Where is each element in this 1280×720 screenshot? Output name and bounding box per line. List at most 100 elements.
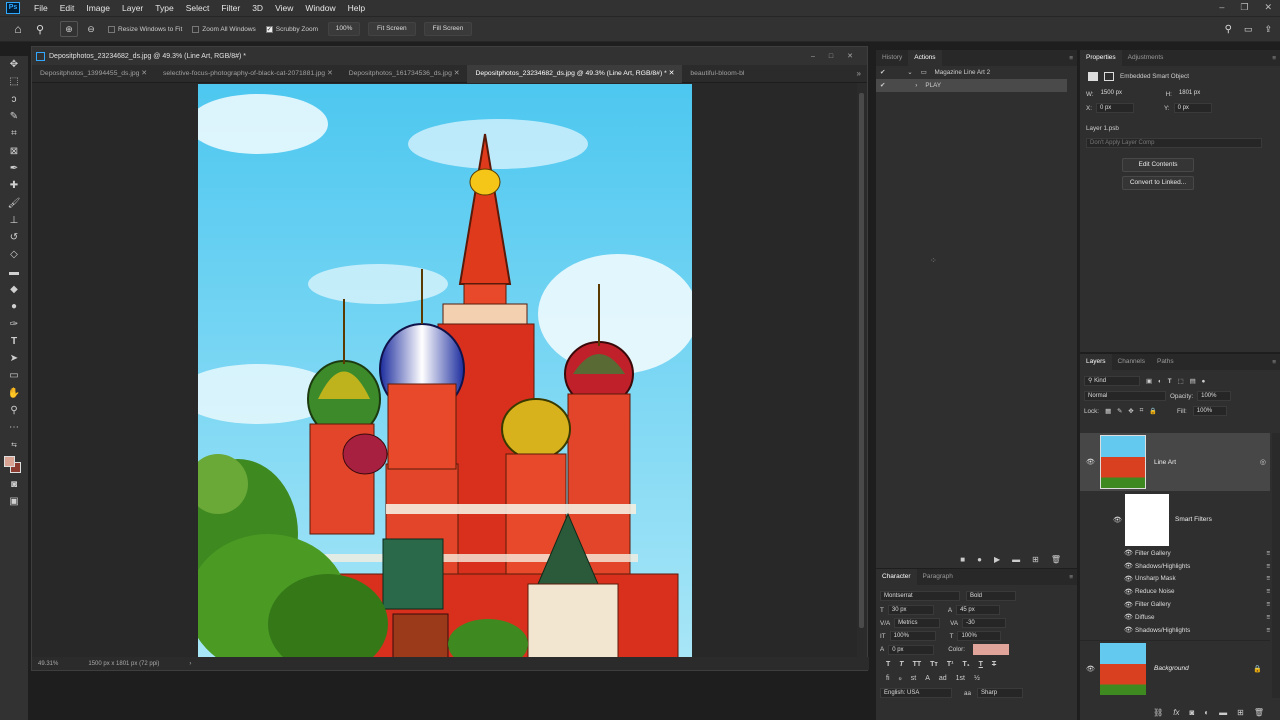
baseline-shift-field[interactable]: 0 px (888, 644, 935, 655)
doc-tab[interactable]: selective-focus-photography-of-black-cat… (155, 65, 341, 83)
language-select[interactable]: English: USA (880, 688, 952, 698)
vertical-scrollbar[interactable] (857, 83, 867, 659)
new-set-icon[interactable]: ▬ (1012, 555, 1020, 564)
tracking-field[interactable]: -30 (962, 618, 1007, 628)
lock-position-icon[interactable]: ✥ (1128, 408, 1133, 415)
lock-transparent-icon[interactable]: ▦ (1105, 408, 1111, 415)
visibility-eye-icon[interactable]: 👁 (1124, 613, 1133, 621)
blending-options-icon[interactable]: ≡ (1266, 627, 1270, 634)
doc-tab[interactable]: Depositphotos_13994455_ds.jpg ✕ (32, 65, 155, 83)
canvas-image[interactable] (198, 84, 692, 659)
tabs-overflow-icon[interactable]: » (857, 69, 861, 78)
horizontal-scale-field[interactable]: 100% (957, 631, 1002, 641)
rectangle-tool-icon[interactable]: ▭ (0, 367, 28, 384)
swash-icon[interactable]: ℴ (899, 674, 902, 682)
zoom-tool-icon-side[interactable]: ⚲ (0, 402, 28, 419)
doc-tab-active[interactable]: Depositphotos_23234682_ds.jpg @ 49.3% (L… (467, 64, 683, 83)
zoom-percent-field[interactable]: 100% (328, 22, 361, 36)
trash-icon[interactable]: 🗑 (1254, 708, 1264, 717)
subscript-icon[interactable]: T₁ (962, 661, 969, 668)
hand-tool-icon[interactable]: ✋ (0, 385, 28, 402)
tab-properties[interactable]: Properties (1080, 50, 1122, 66)
layer-row-smart-filters[interactable]: 👁 Smart Filters (1080, 492, 1270, 547)
faux-italic-icon[interactable]: T (899, 661, 903, 668)
move-tool-icon[interactable]: ✥ (0, 56, 28, 73)
frame-tool-icon[interactable]: ⊠ (0, 142, 28, 159)
action-row[interactable]: ✔ › PLAY (876, 79, 1067, 92)
zoom-in-icon[interactable]: ⊕ (60, 21, 78, 37)
layers-scrollbar[interactable] (1272, 433, 1280, 698)
quick-mask-icon[interactable]: ◙ (0, 476, 28, 493)
panel-menu-icon[interactable]: ≡ (1069, 574, 1073, 581)
swap-colors-icon[interactable]: ⇆ (0, 437, 28, 454)
history-brush-icon[interactable]: ↺ (0, 229, 28, 246)
blending-options-icon[interactable]: ≡ (1266, 601, 1270, 608)
kerning-field[interactable]: Metrics (894, 618, 941, 628)
faux-bold-icon[interactable]: T (886, 661, 890, 668)
y-field[interactable]: 0 px (1173, 103, 1212, 113)
doc-tab[interactable]: Depositphotos_161734536_ds.jpg ✕ (341, 65, 468, 83)
screen-mode-icon[interactable]: ▣ (0, 493, 28, 510)
visibility-eye-icon[interactable]: 👁 (1124, 601, 1133, 609)
zoom-level[interactable]: 49.31% (38, 661, 58, 667)
layer-row-background[interactable]: 👁 Background 🔒 (1080, 640, 1270, 696)
color-swatches[interactable] (0, 454, 28, 476)
close-icon[interactable]: ✕ (1264, 2, 1272, 13)
doc-maximize-icon[interactable]: □ (829, 53, 833, 60)
tab-character[interactable]: Character (876, 569, 917, 585)
type-filter-icon[interactable]: T (1168, 378, 1172, 385)
new-action-icon[interactable]: ⊞ (1032, 555, 1039, 564)
tab-close-icon[interactable]: ✕ (669, 70, 675, 77)
visibility-eye-icon[interactable]: 👁 (1124, 562, 1133, 570)
lock-all-icon[interactable]: 🔒 (1149, 407, 1157, 415)
minimize-icon[interactable]: – (1219, 2, 1224, 13)
blending-options-icon[interactable]: ≡ (1266, 588, 1270, 595)
menu-filter[interactable]: Filter (215, 3, 246, 13)
tab-paths[interactable]: Paths (1151, 354, 1180, 370)
small-caps-icon[interactable]: Tт (930, 661, 938, 668)
filter-toggle-icon[interactable]: ● (1202, 378, 1206, 385)
tab-actions[interactable]: Actions (908, 50, 942, 66)
smart-filter-badge-icon[interactable]: ◎ (1260, 458, 1266, 466)
blend-mode-select[interactable]: Normal (1084, 391, 1166, 401)
visibility-eye-icon[interactable]: 👁 (1124, 588, 1133, 596)
adjustment-filter-icon[interactable]: ◐ (1158, 378, 1162, 385)
antialias-select[interactable]: Sharp (977, 688, 1024, 698)
filter-item[interactable]: 👁 Shadows/Highlights ≡ (1124, 560, 1270, 573)
menu-image[interactable]: Image (80, 3, 116, 13)
marquee-tool-icon[interactable]: ⬚ (0, 73, 28, 90)
panel-menu-icon[interactable]: ≡ (1069, 55, 1073, 62)
tab-close-icon[interactable]: ✕ (327, 70, 333, 77)
filter-item[interactable]: 👁 Filter Gallery ≡ (1124, 598, 1270, 611)
scrollbar-thumb[interactable] (859, 93, 864, 628)
blur-tool-icon[interactable]: ◆ (0, 281, 28, 298)
filter-item[interactable]: 👁 Unsharp Mask ≡ (1124, 573, 1270, 586)
doc-minimize-icon[interactable]: – (811, 53, 815, 60)
workspace-icon[interactable]: ▭ (1244, 24, 1253, 35)
zoom-out-icon[interactable]: ⊖ (82, 24, 100, 35)
menu-edit[interactable]: Edit (54, 3, 81, 13)
convert-to-linked-button[interactable]: Convert to Linked... (1122, 176, 1194, 190)
stylistic-alt-icon[interactable]: st (911, 675, 916, 682)
edit-contents-button[interactable]: Edit Contents (1122, 158, 1194, 172)
visibility-eye-icon[interactable]: 👁 (1086, 665, 1095, 673)
x-field[interactable]: 0 px (1095, 103, 1134, 113)
chevron-down-icon[interactable]: ⌄ (907, 69, 912, 76)
filter-item[interactable]: 👁 Diffuse ≡ (1124, 611, 1270, 624)
visibility-eye-icon[interactable]: 👁 (1124, 549, 1133, 557)
leading-field[interactable]: 45 px (956, 605, 1001, 615)
record-icon[interactable]: ● (977, 555, 982, 564)
panel-menu-icon[interactable]: ≡ (1272, 55, 1276, 62)
tab-adjustments[interactable]: Adjustments (1122, 50, 1170, 66)
menu-window[interactable]: Window (299, 3, 341, 13)
visibility-eye-icon[interactable]: 👁 (1124, 626, 1133, 634)
font-size-field[interactable]: 30 px (887, 605, 934, 615)
fill-field[interactable]: 100% (1192, 406, 1227, 416)
scrubby-zoom-checkbox[interactable]: ✓ Scrubby Zoom (265, 25, 318, 33)
kind-filter-select[interactable]: ⚲ Kind (1084, 376, 1140, 386)
play-icon[interactable]: ▶ (994, 555, 1000, 564)
tab-paragraph[interactable]: Paragraph (917, 569, 959, 585)
more-tools-icon[interactable]: ⋯ (0, 419, 28, 436)
path-select-icon[interactable]: ➤ (0, 350, 28, 367)
visibility-eye-icon[interactable]: 👁 (1086, 458, 1095, 466)
